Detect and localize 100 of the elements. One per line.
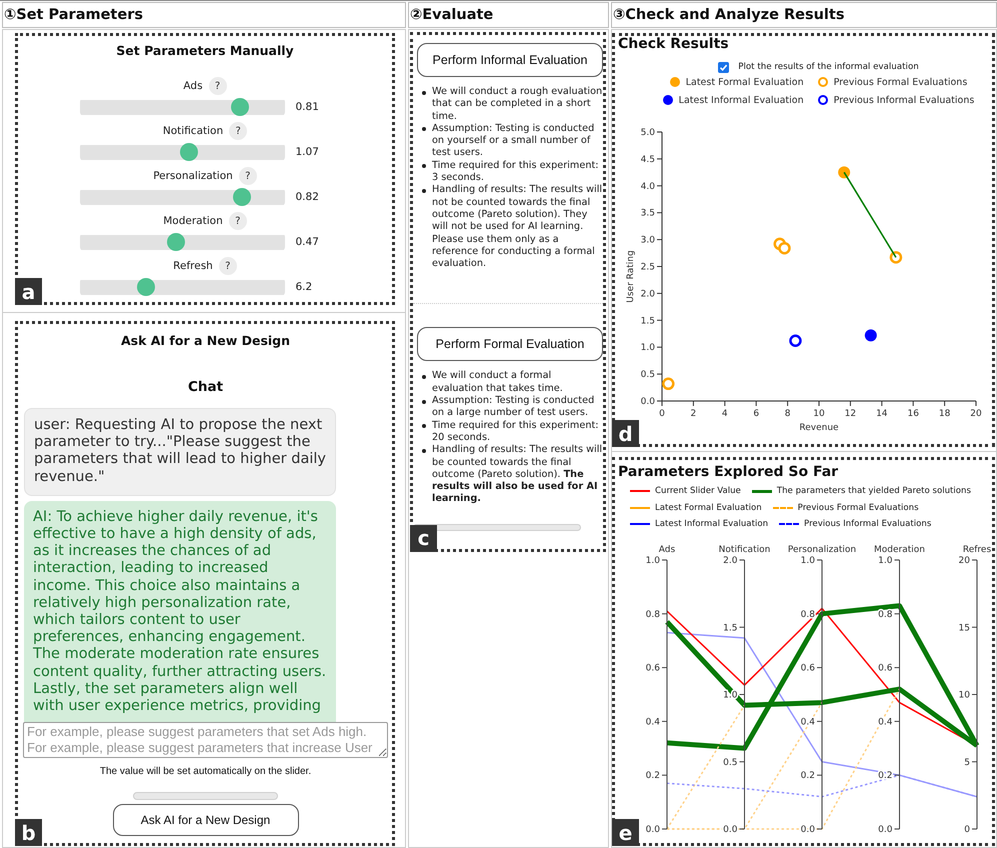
legend-label: The parameters that yielded Pareto solutions — [776, 486, 971, 496]
slider-value: 1.07 — [296, 146, 320, 158]
tick-label: 12 — [844, 409, 856, 419]
tick-label: 4.5 — [640, 154, 655, 165]
tick-label: 2.5 — [640, 262, 655, 272]
legend-label: Latest Informal Evaluation — [678, 94, 804, 106]
legend-label: Previous Formal Evaluations — [834, 76, 968, 88]
bullet-text: Assumption: Testing is conducted on yourself or a small number of test users. — [432, 122, 596, 160]
bullet-text: Time required for this experiment: 3 seconds. — [432, 160, 600, 184]
tick-label: 0 — [964, 824, 970, 834]
slider-value: 0.81 — [296, 101, 320, 113]
axis-title: Revenue — [799, 423, 839, 433]
slider-value: 0.82 — [296, 191, 320, 203]
legend-label: Latest Formal Evaluation — [686, 76, 804, 88]
legend-label: Previous Informal Evaluations — [834, 94, 974, 106]
panel-title: Ask AI for a New Design — [120, 333, 292, 349]
column-title: ①Set Parameters — [2, 2, 406, 28]
chat-title: Chat — [186, 379, 224, 395]
tick-label: 16 — [907, 409, 919, 419]
panel-label: e — [612, 819, 639, 846]
tick-label: 10 — [813, 409, 825, 419]
tick-label: 1.0 — [640, 343, 655, 354]
slider-label: Personalization — [153, 170, 233, 182]
tick-label: 15 — [958, 622, 970, 633]
bullet-text: We will conduct a formal evaluation that takes time. — [432, 370, 564, 396]
hint-text: The value will be set automatically on the slider. — [98, 765, 312, 779]
tick-label: 0.5 — [640, 370, 655, 380]
legend-label: Latest Informal Evaluation — [655, 519, 768, 530]
tick-label: 0.2 — [800, 770, 815, 781]
ai-message: AI: To achieve higher daily revenue, it's effective to have a high density of ads, as it increases the chances of ad interaction, leading to increased income. This choice also maintains a relatively high personalization rate, which tailors content to user preferences, enhancing engagement. The moderate moderation rate ensures content quality, further attracting users. Lastly, the set parameters align well with user experience metrics, providing — [24, 500, 336, 722]
tick-label: 1.5 — [640, 316, 655, 326]
tick-label: 0.6 — [646, 663, 660, 674]
panel-label: a — [15, 278, 42, 305]
slider-label: Moderation — [163, 215, 223, 227]
panel-title: Parameters Explored So Far — [617, 465, 840, 480]
panel-title: Check Results — [617, 37, 730, 52]
tick-label: 8 — [784, 409, 790, 419]
legend-label: Latest Formal Evaluation — [655, 502, 762, 513]
bullet-text: Handling of results: The results will be counted towards the final outcome (Pareto solution). The results will also be used for AI learning. — [432, 444, 603, 506]
tick-label: 0.2 — [878, 770, 892, 781]
axis-title: User Rating — [626, 250, 636, 303]
tick-label: 20 — [958, 556, 970, 566]
axis-title: Moderation — [874, 544, 925, 554]
tick-label: 0.2 — [646, 770, 660, 781]
axis-title: Notification — [718, 544, 770, 554]
tick-label: 2.0 — [640, 289, 655, 300]
tick-label: 1.0 — [646, 556, 660, 566]
legend-label: Previous Informal Evaluations — [804, 519, 932, 530]
tick-label: 1.0 — [800, 556, 815, 566]
tick-label: 0.4 — [878, 716, 892, 727]
tick-label: 0.5 — [723, 757, 738, 768]
bullet-text: Time required for this experiment: 20 seconds. — [432, 420, 600, 444]
tick-label: 0.6 — [800, 663, 815, 674]
slider-label: Ads — [183, 80, 203, 92]
tick-label: 4 — [722, 409, 728, 419]
tick-label: 2 — [690, 409, 696, 419]
tick-label: 0.4 — [800, 716, 815, 727]
tick-label: 0.0 — [800, 824, 815, 834]
tick-label: 0 — [659, 409, 665, 419]
tick-label: 5.0 — [640, 128, 655, 138]
slider-value: 0.47 — [296, 236, 320, 248]
tick-label: 0.0 — [878, 824, 892, 834]
panel-label: c — [410, 524, 437, 552]
legend-label: Current Slider Value — [655, 486, 741, 496]
legend-label: Previous Formal Evaluations — [798, 502, 919, 513]
bullet-text: Assumption: Testing is conducted on a large number of test users. — [432, 395, 596, 420]
tick-label: 3.5 — [640, 208, 655, 219]
tick-label: 1.0 — [878, 556, 892, 566]
slider-label: Notification — [162, 125, 224, 137]
bullet-text: We will conduct a rough evaluation that can be completed in a short time. — [432, 86, 603, 123]
column-title: ③Check and Analyze Results — [611, 2, 997, 28]
tick-label: 3.0 — [640, 236, 655, 246]
tick-label: 6 — [753, 409, 760, 419]
slider-value: 6.2 — [296, 281, 314, 293]
tick-label: 1.5 — [723, 622, 738, 633]
bullet-text: Handling of results: The results will not be counted towards the final outcome (Pareto solution). They will not be used for AI learning. Please use them only as a reference for conducting a formal evaluation. — [432, 184, 603, 270]
tick-label: 18 — [938, 409, 950, 419]
slider-label: Refresh — [173, 260, 213, 272]
checkbox-label: Plot the results of the informal evaluation — [738, 62, 919, 72]
axis-title: Refres — [962, 544, 992, 554]
tick-label: 5 — [964, 757, 970, 768]
panel-label: b — [15, 819, 42, 846]
panel-label: d — [612, 420, 639, 447]
axis-title: Ads — [658, 544, 676, 554]
axis-title: Personalization — [788, 544, 856, 554]
tick-label: 10 — [958, 690, 970, 700]
tick-label: 0.8 — [878, 609, 892, 620]
tick-label: 0.6 — [878, 663, 892, 674]
tick-label: 14 — [876, 409, 888, 419]
tick-label: 20 — [970, 409, 982, 419]
tick-label: 2.0 — [723, 556, 738, 566]
tick-label: 0.0 — [640, 397, 655, 407]
panel-title: Set Parameters Manually — [115, 43, 295, 59]
tick-label: 0.0 — [646, 824, 660, 834]
user-message: user: Requesting AI to propose the next parameter to try..."Please suggest the parameters that will lead to higher daily revenue." — [24, 408, 336, 496]
tick-label: 0.0 — [723, 824, 738, 834]
tick-label: 4.0 — [640, 182, 655, 192]
column-title: ②Evaluate — [408, 2, 609, 28]
tick-label: 0.8 — [800, 609, 815, 620]
tick-label: 0.8 — [646, 609, 660, 620]
